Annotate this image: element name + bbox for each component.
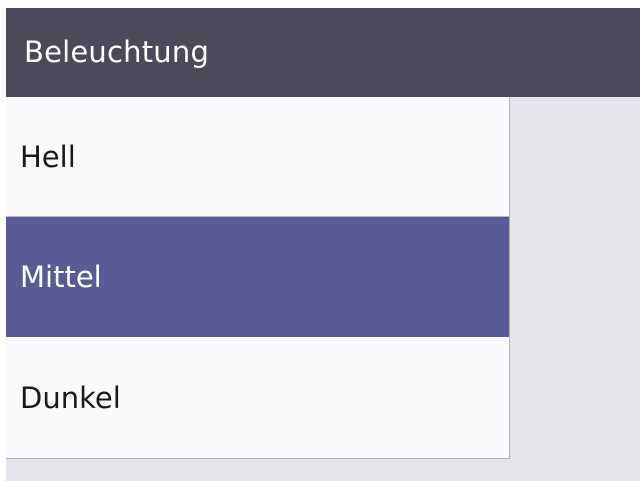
option-label: Mittel	[20, 260, 102, 294]
option-list: Hell Mittel Dunkel	[6, 97, 510, 459]
option-label: Hell	[20, 139, 76, 174]
device-screen: Beleuchtung Hell Mittel Dunkel	[6, 8, 640, 481]
page-title: Beleuchtung	[24, 34, 210, 69]
option-mittel[interactable]: Mittel	[6, 217, 509, 337]
option-hell[interactable]: Hell	[6, 97, 509, 217]
title-bar: Beleuchtung	[6, 8, 640, 97]
option-label: Dunkel	[20, 380, 121, 415]
option-dunkel[interactable]: Dunkel	[6, 337, 509, 458]
